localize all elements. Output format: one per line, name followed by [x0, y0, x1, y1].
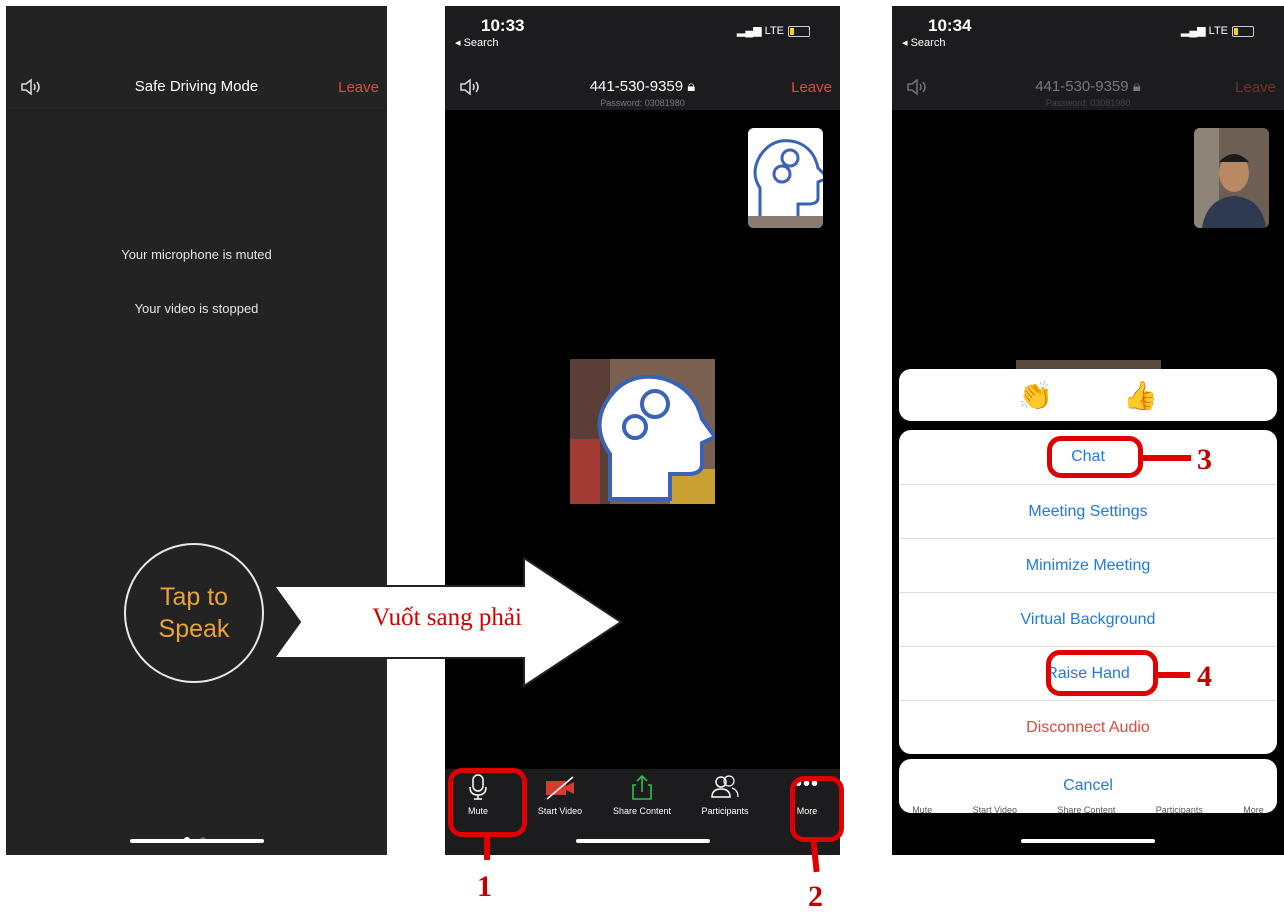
- participants-button[interactable]: Participants: [685, 773, 765, 816]
- meeting-id[interactable]: 441-530-9359 🔒︎: [892, 78, 1284, 95]
- status-time: 10:34: [928, 16, 972, 35]
- meeting-password: Password: 03081980: [600, 98, 685, 108]
- menu-item-meeting-settings[interactable]: Meeting Settings: [899, 484, 1277, 538]
- thumbs-up-reaction-icon[interactable]: 👍: [1123, 379, 1158, 412]
- top-bar: Safe Driving Mode Leave: [6, 6, 387, 111]
- status-indicators: ▂▄▆ LTE: [1181, 24, 1254, 37]
- self-video-thumbnail[interactable]: [1194, 128, 1269, 228]
- meeting-id-text: 441-530-9359: [1035, 78, 1129, 95]
- video-stopped-message: Your video is stopped: [134, 301, 259, 316]
- person-photo: [1194, 128, 1269, 228]
- toolbar-label: Mute: [912, 805, 933, 815]
- status-time: 10:33: [481, 16, 525, 35]
- callout-number-4: 4: [1197, 660, 1212, 693]
- swipe-right-arrow: Vuốt sang phải: [272, 556, 624, 688]
- home-indicator: [1021, 839, 1155, 843]
- home-indicator: [575, 839, 710, 843]
- video-off-icon: [546, 776, 574, 800]
- toolbar-label: More: [1243, 805, 1264, 815]
- self-video-thumbnail[interactable]: [748, 128, 823, 228]
- meeting-screen: 10:33 ◂ Search ▂▄▆ LTE 441-530-9359 🔒︎ P…: [445, 6, 840, 855]
- home-indicator: [129, 839, 264, 843]
- tap-label-line2: Speak: [158, 615, 230, 643]
- callout-box-chat: [1047, 436, 1143, 478]
- clap-reaction-icon[interactable]: 👏: [1018, 379, 1053, 412]
- battery-icon: [1232, 25, 1254, 37]
- callout-number-1: 1: [477, 870, 492, 903]
- callout-line: [484, 836, 490, 860]
- leave-button[interactable]: Leave: [338, 79, 379, 96]
- callout-box-raise-hand: [1046, 650, 1158, 696]
- tap-label-line1: Tap to: [159, 583, 229, 611]
- share-content-button[interactable]: Share Content: [602, 773, 682, 816]
- top-bar: 10:33 ◂ Search ▂▄▆ LTE 441-530-9359 🔒︎ P…: [445, 6, 840, 110]
- head-gears-avatar-icon: [748, 128, 823, 228]
- battery-icon: [788, 25, 810, 37]
- swipe-label: Vuốt sang phải: [372, 604, 522, 631]
- dimmed-toolbar: Mute Start Video Share Content Participa…: [892, 805, 1284, 819]
- share-up-arrow-icon: [632, 774, 652, 800]
- callout-line: [1141, 455, 1191, 461]
- active-speaker-video: [570, 359, 715, 504]
- meeting-id[interactable]: 441-530-9359 🔒︎: [445, 78, 840, 95]
- more-menu-screen: 10:34 ◂ Search ▂▄▆ LTE 441-530-9359 🔒︎ P…: [892, 6, 1284, 855]
- callout-box-mute: [448, 768, 527, 837]
- toolbar-label: Participants: [701, 806, 749, 816]
- reactions-bar: 👏 👍: [899, 369, 1277, 421]
- toolbar-label: Share Content: [1057, 805, 1116, 815]
- page-title: Safe Driving Mode: [134, 78, 259, 95]
- network-label: LTE: [764, 25, 784, 37]
- meeting-password: Password: 03081980: [1045, 98, 1131, 108]
- toolbar-label: Share Content: [612, 806, 672, 816]
- signal-icon: ▂▄▆: [1180, 25, 1209, 37]
- menu-item-virtual-background[interactable]: Virtual Background: [899, 592, 1277, 646]
- toolbar-label: Start Video: [972, 805, 1017, 815]
- toolbar-label: Start Video: [537, 806, 583, 816]
- participants-icon: [711, 775, 739, 798]
- menu-item-minimize-meeting[interactable]: Minimize Meeting: [899, 538, 1277, 592]
- top-bar: 10:34 ◂ Search ▂▄▆ LTE 441-530-9359 🔒︎ P…: [892, 6, 1284, 110]
- network-label: LTE: [1208, 25, 1228, 37]
- callout-line: [1156, 672, 1190, 678]
- start-video-button[interactable]: Start Video: [520, 773, 600, 816]
- lock-icon: 🔒︎: [687, 78, 696, 95]
- head-gears-avatar-icon: [570, 359, 715, 504]
- signal-icon: ▂▄▆: [736, 25, 765, 37]
- more-actions-menu: Chat Meeting Settings Minimize Meeting V…: [899, 430, 1277, 754]
- callout-number-2: 2: [808, 880, 823, 913]
- lock-icon: 🔒︎: [1132, 78, 1141, 95]
- leave-button[interactable]: Leave: [791, 79, 832, 96]
- toolbar-label: Participants: [1155, 805, 1203, 815]
- callout-box-more: [790, 776, 844, 842]
- status-indicators: ▂▄▆ LTE: [737, 24, 810, 37]
- back-to-search-link[interactable]: ◂ Search: [455, 36, 498, 49]
- microphone-muted-message: Your microphone is muted: [121, 247, 272, 262]
- callout-number-3: 3: [1197, 443, 1212, 476]
- menu-item-disconnect-audio[interactable]: Disconnect Audio: [899, 700, 1277, 754]
- leave-button[interactable]: Leave: [1235, 79, 1276, 96]
- meeting-id-text: 441-530-9359: [589, 78, 684, 95]
- tap-to-speak-button[interactable]: Tap to Speak: [124, 543, 264, 683]
- back-to-search-link[interactable]: ◂ Search: [902, 36, 945, 49]
- safe-driving-screen: Safe Driving Mode Leave Your microphone …: [6, 6, 387, 855]
